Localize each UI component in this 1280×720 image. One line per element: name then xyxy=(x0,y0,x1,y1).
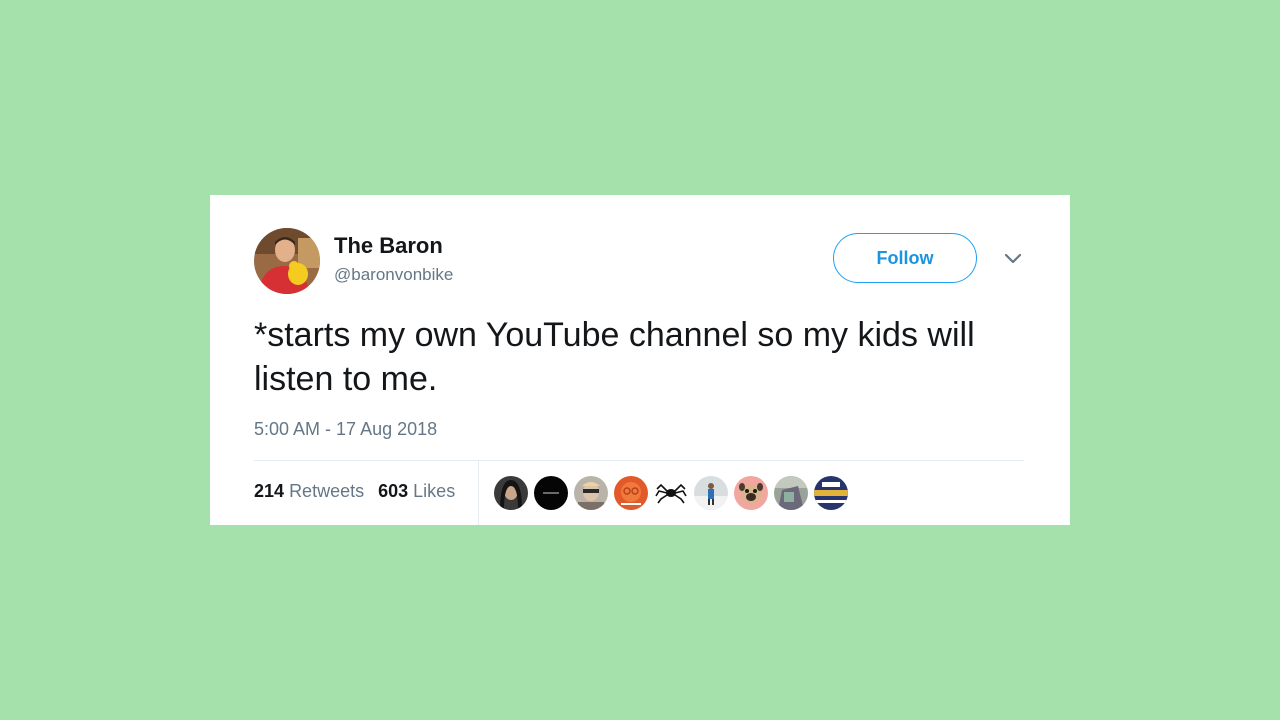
tweet-card: The Baron @baronvonbike Follow *starts m… xyxy=(210,195,1070,525)
author-handle[interactable]: @baronvonbike xyxy=(334,265,453,285)
likes-stat[interactable]: 603 Likes xyxy=(378,481,455,502)
liker-avatar[interactable] xyxy=(494,476,528,510)
liker-avatar[interactable] xyxy=(574,476,608,510)
liker-avatar[interactable] xyxy=(694,476,728,510)
stats-vertical-divider xyxy=(478,461,479,525)
liker-avatar[interactable] xyxy=(654,476,688,510)
stats-divider xyxy=(254,460,1024,461)
retweets-count: 214 xyxy=(254,481,285,501)
likes-count: 603 xyxy=(378,481,409,501)
retweets-stat[interactable]: 214 Retweets xyxy=(254,481,364,502)
follow-button[interactable]: Follow xyxy=(833,233,977,283)
retweets-label: Retweets xyxy=(289,481,365,501)
liker-avatar[interactable] xyxy=(814,476,848,510)
tweet-stats: 214 Retweets 603 Likes xyxy=(254,481,455,502)
author-display-name[interactable]: The Baron xyxy=(334,233,443,259)
likes-label: Likes xyxy=(413,481,456,501)
liker-avatar[interactable] xyxy=(534,476,568,510)
chevron-down-icon[interactable] xyxy=(1000,249,1026,269)
liker-avatar[interactable] xyxy=(774,476,808,510)
author-avatar[interactable] xyxy=(254,228,320,294)
liker-avatar[interactable] xyxy=(734,476,768,510)
liker-avatar[interactable] xyxy=(614,476,648,510)
tweet-text: *starts my own YouTube channel so my kid… xyxy=(254,316,975,398)
tweet-timestamp[interactable]: 5:00 AM - 17 Aug 2018 xyxy=(254,419,437,440)
